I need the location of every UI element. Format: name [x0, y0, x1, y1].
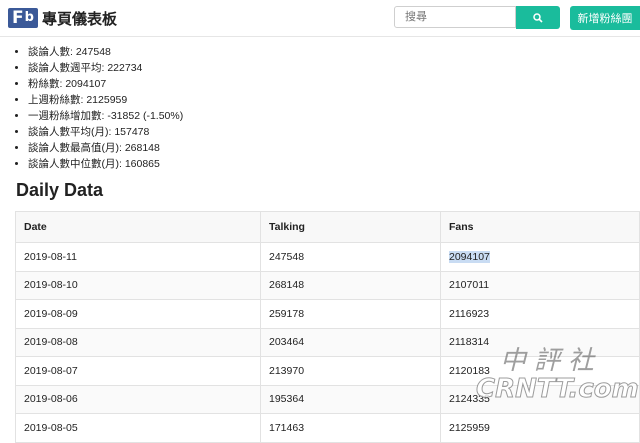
stat-item: 談論人數平均(月): 157478: [28, 124, 183, 140]
table-row: 2019-08-10 268148 2107011: [15, 270, 640, 300]
cell-talking: 247548: [260, 242, 441, 272]
cell-date: 2019-08-11: [15, 242, 261, 272]
cell-talking: 259178: [260, 299, 441, 329]
column-header-date[interactable]: Date: [15, 211, 261, 243]
stat-item: 談論人數中位數(月): 160865: [28, 156, 183, 172]
cell-fans: 2107011: [440, 270, 640, 300]
cell-fans: 2120183: [440, 356, 640, 386]
cell-fans: 2124335: [440, 384, 640, 414]
cell-talking: 171463: [260, 413, 441, 443]
cell-talking: 203464: [260, 327, 441, 357]
cell-fans: 2118314: [440, 327, 640, 357]
table-row: 2019-08-07 213970 2120183: [15, 356, 640, 386]
selected-text: 2094107: [449, 250, 490, 263]
stat-item: 一週粉絲增加數: -31852 (-1.50%): [28, 108, 183, 124]
table-row: 2019-08-08 203464 2118314: [15, 327, 640, 357]
stat-item: 談論人數: 247548: [28, 44, 183, 60]
column-header-fans[interactable]: Fans: [440, 211, 640, 243]
cell-date: 2019-08-05: [15, 413, 261, 443]
cell-fans: 2094107: [440, 242, 640, 272]
cell-date: 2019-08-08: [15, 327, 261, 357]
stat-item: 談論人數最高值(月): 268148: [28, 140, 183, 156]
cell-date: 2019-08-07: [15, 356, 261, 386]
search-icon: [533, 12, 543, 23]
cell-fans: 2125959: [440, 413, 640, 443]
cell-talking: 213970: [260, 356, 441, 386]
fb-logo-icon: Fb: [8, 8, 38, 28]
cell-date: 2019-08-09: [15, 299, 261, 329]
stat-item: 談論人數週平均: 222734: [28, 60, 183, 76]
navbar: Fb 專頁儀表板 新增粉絲團: [0, 0, 640, 37]
cell-talking: 195364: [260, 384, 441, 414]
stats-list: 談論人數: 247548 談論人數週平均: 222734 粉絲數: 209410…: [14, 44, 183, 172]
add-fanpage-button[interactable]: 新增粉絲團: [570, 6, 640, 30]
search-button[interactable]: [516, 6, 560, 29]
table-row: 2019-08-06 195364 2124335: [15, 384, 640, 414]
section-title: Daily Data: [16, 180, 104, 200]
stat-item: 粉絲數: 2094107: [28, 76, 183, 92]
table-row: 2019-08-09 259178 2116923: [15, 299, 640, 329]
brand-title: 專頁儀表板: [42, 10, 118, 28]
cell-date: 2019-08-06: [15, 384, 261, 414]
cell-talking: 268148: [260, 270, 441, 300]
table-row: 2019-08-11 247548 2094107: [15, 242, 640, 272]
search-input[interactable]: [394, 6, 516, 28]
daily-data-table: Date Talking Fans 2019-08-11 247548 2094…: [15, 211, 640, 443]
table-row: 2019-08-05 171463 2125959: [15, 413, 640, 443]
cell-fans: 2116923: [440, 299, 640, 329]
table-header-row: Date Talking Fans: [15, 211, 640, 243]
brand[interactable]: Fb 專頁儀表板: [8, 7, 117, 29]
column-header-talking[interactable]: Talking: [260, 211, 441, 243]
stat-item: 上週粉絲數: 2125959: [28, 92, 183, 108]
cell-date: 2019-08-10: [15, 270, 261, 300]
